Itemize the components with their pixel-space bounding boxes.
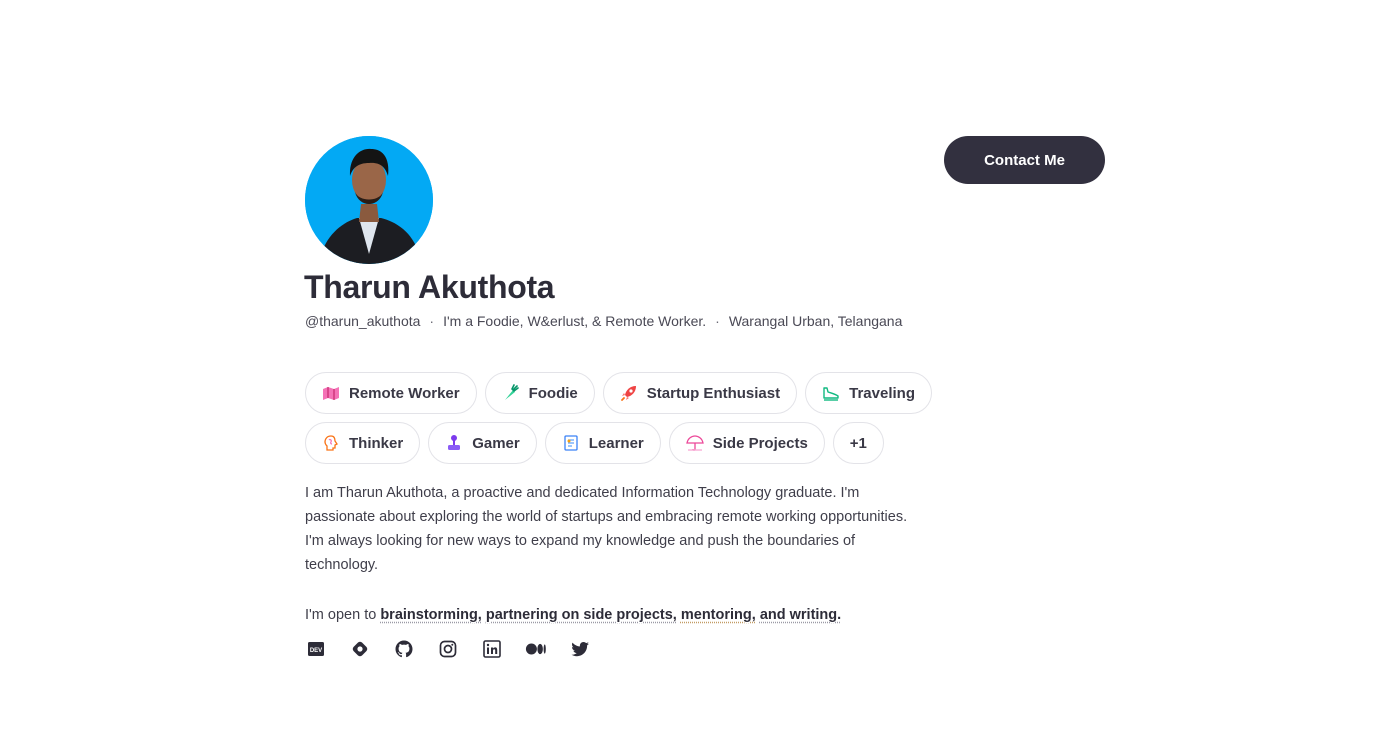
tag-side-projects[interactable]: Side Projects xyxy=(668,422,825,464)
tag-remote-worker[interactable]: Remote Worker xyxy=(305,372,477,414)
tag-label: Startup Enthusiast xyxy=(646,384,781,402)
tag-label: Learner xyxy=(588,434,644,452)
profile-meta: @tharun_akuthota · I'm a Foodie, W&erlus… xyxy=(305,313,902,329)
book-icon xyxy=(562,434,580,452)
tag-learner[interactable]: Learner xyxy=(544,422,661,464)
open-to-writing: and writing. xyxy=(759,607,842,623)
tag-label: Traveling xyxy=(849,384,915,402)
tag-foodie[interactable]: Foodie xyxy=(484,372,595,414)
separator-dot: · xyxy=(715,313,720,329)
interest-tags: Remote Worker Foodie Startup Enthusiast … xyxy=(305,372,932,414)
open-to-brainstorming: brainstorming, xyxy=(380,607,482,623)
tag-traveling[interactable]: Traveling xyxy=(805,372,932,414)
joystick-icon xyxy=(445,434,463,452)
twitter-icon[interactable] xyxy=(569,638,591,660)
profile-location: Warangal Urban, Telangana xyxy=(728,313,903,329)
open-to-mentoring: mentoring, xyxy=(680,607,756,623)
interest-tags: Thinker Gamer Learner Side Projects +1 xyxy=(305,422,925,464)
open-to-prefix: I'm open to xyxy=(305,607,377,623)
tag-label: Thinker xyxy=(349,434,404,452)
medium-icon[interactable] xyxy=(525,638,547,660)
linkedin-icon[interactable] xyxy=(481,638,503,660)
tag-label: Gamer xyxy=(472,434,520,452)
umbrella-icon xyxy=(685,434,704,452)
hashnode-icon[interactable] xyxy=(349,638,371,660)
svg-text:DEV: DEV xyxy=(310,648,322,654)
contact-me-button[interactable]: Contact Me xyxy=(944,136,1105,184)
tag-label: Remote Worker xyxy=(349,384,460,402)
brain-icon xyxy=(322,434,340,452)
open-to-side-projects: partnering on side projects, xyxy=(485,607,677,623)
github-icon[interactable] xyxy=(393,638,415,660)
tag-more[interactable]: +1 xyxy=(832,422,884,464)
carrot-icon xyxy=(502,384,520,402)
instagram-icon[interactable] xyxy=(437,638,459,660)
bio-text: I am Tharun Akuthota, a proactive and de… xyxy=(305,485,908,573)
tag-label: +1 xyxy=(849,434,867,452)
tag-startup-enthusiast[interactable]: Startup Enthusiast xyxy=(602,372,798,414)
avatar xyxy=(305,136,433,264)
social-links: DEV xyxy=(305,638,591,660)
tag-thinker[interactable]: Thinker xyxy=(305,422,421,464)
separator-dot: · xyxy=(429,313,435,329)
map-icon xyxy=(322,384,340,402)
profile-tagline: I'm a Foodie, W&erlust, & Remote Worker. xyxy=(443,313,707,329)
tag-label: Foodie xyxy=(528,384,578,402)
shoe-icon xyxy=(822,384,840,402)
dev-icon[interactable]: DEV xyxy=(305,638,327,660)
tag-gamer[interactable]: Gamer xyxy=(428,422,537,464)
profile-handle: @tharun_akuthota xyxy=(305,313,421,329)
tag-label: Side Projects xyxy=(712,434,808,452)
open-to-line: I'm open to brainstorming, partnering on… xyxy=(305,607,841,623)
rocket-icon xyxy=(620,384,638,402)
profile-name: Tharun Akuthota xyxy=(304,269,555,305)
